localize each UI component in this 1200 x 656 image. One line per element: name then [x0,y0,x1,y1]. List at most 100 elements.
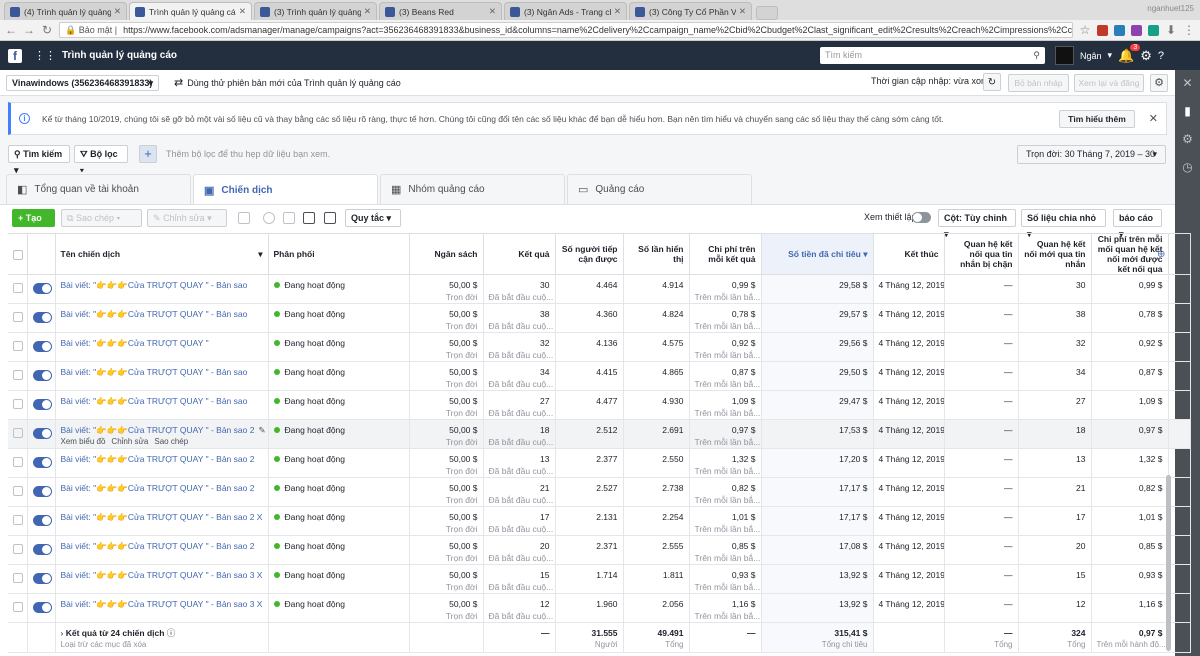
toggle-icon[interactable] [263,212,275,224]
notifications-icon[interactable]: 🔔 3 [1118,43,1141,64]
close-icon[interactable]: ✕ [364,6,371,17]
table-row[interactable]: Bài viết: "👉👉👉Cửa TRƯỢT QUAY " - Bản sao… [8,593,1191,623]
back-icon[interactable]: ← [5,23,17,37]
col-results[interactable]: Kết quả [483,233,556,275]
trash-icon[interactable] [283,212,295,224]
campaign-name-link[interactable]: Bài viết: "👉👉👉Cửa TRƯỢT QUAY " - Bản sao [61,309,248,319]
new-tab-button[interactable] [756,6,778,20]
help-icon[interactable]: ? [1158,50,1164,62]
extension-icon[interactable] [1131,24,1142,36]
learn-more-button[interactable]: Tìm hiểu thêm [1059,109,1135,128]
search-input[interactable]: Tìm kiếm ⚲ [820,47,1045,64]
row-checkbox[interactable] [13,515,23,525]
table-row[interactable]: Bài viết: "👉👉👉Cửa TRƯỢT QUAY " - Bản sao… [8,506,1191,536]
sidebar-close-icon[interactable]: ✕ [1182,76,1192,90]
campaign-toggle[interactable] [32,341,52,352]
col-blocked-conversations[interactable]: Quan hệ kết nối qua tin nhắn bị chặn [944,233,1019,275]
columns-button[interactable]: Cột: Tùy chỉnh ▾ [938,209,1016,239]
tag-icon[interactable] [324,212,336,224]
forward-icon[interactable]: → [23,23,35,37]
col-reach[interactable]: Số người tiếp cận được [555,233,624,275]
refresh-button[interactable]: ↻ [983,73,1001,91]
browser-tab-4[interactable]: (3) Beans Red ✕ [379,2,502,20]
col-budget[interactable]: Ngân sách [409,233,484,275]
ab-test-icon[interactable] [238,212,250,224]
table-row[interactable]: Bài viết: "👉👉👉Cửa TRƯỢT QUAY " - Bản sao… [8,477,1191,507]
review-publish-button[interactable]: Xem lại và đăng [1074,74,1144,92]
create-button[interactable]: + Tạo [12,209,55,227]
table-row[interactable]: Bài viết: "👉👉👉Cửa TRƯỢT QUAY " - Bản sao… [8,535,1191,565]
table-row[interactable]: Bài viết: "👉👉👉Cửa TRƯỢT QUAY " - Bản sao… [8,361,1191,391]
table-row[interactable]: Bài viết: "👉👉👉Cửa TRƯỢT QUAY " - Bản sao… [8,274,1191,304]
campaign-name-link[interactable]: Bài viết: "👉👉👉Cửa TRƯỢT QUAY " - Bản sao… [61,570,263,580]
table-row[interactable]: Bài viết: "👉👉👉Cửa TRƯỢT QUAY " - Bản sao… [8,303,1191,333]
view-chart-link[interactable]: Xem biểu đồ [61,437,106,446]
col-delivery[interactable]: Phân phối [268,233,410,275]
reload-icon[interactable]: ↻ [41,23,53,37]
campaign-toggle[interactable] [32,486,52,497]
col-ends[interactable]: Kết thúc [873,233,945,275]
close-icon[interactable]: ✕ [114,6,121,17]
table-row[interactable]: Bài viết: "👉👉👉Cửa TRƯỢT QUAY " Đang hoạt … [8,332,1191,362]
campaign-toggle[interactable] [32,544,52,555]
close-icon[interactable]: ✕ [489,6,496,17]
campaign-name-link[interactable]: Bài viết: "👉👉👉Cửa TRƯỢT QUAY " - Bản sao… [61,483,255,493]
campaign-toggle[interactable] [32,428,52,439]
copy-button[interactable]: ⧉ Sao chép ▾ [61,209,142,227]
tab-campaigns[interactable]: ▣ Chiến dịch [193,174,378,205]
row-checkbox[interactable] [13,370,23,380]
chevron-down-icon[interactable]: ▾ [1108,50,1113,61]
chart-icon[interactable] [303,212,315,224]
try-new-version-link[interactable]: ⇄ Dùng thử phiên bản mới của Trình quản l… [174,76,401,89]
row-checkbox[interactable] [13,457,23,467]
campaign-name-link[interactable]: Bài viết: "👉👉👉Cửa TRƯỢT QUAY " - Bản sao… [61,425,255,435]
tab-ads[interactable]: ▭ Quảng cáo [567,174,752,204]
row-checkbox[interactable] [13,573,23,583]
campaign-toggle[interactable] [32,573,52,584]
close-icon[interactable]: ✕ [239,6,246,17]
campaign-toggle[interactable] [32,602,52,613]
campaign-toggle[interactable] [32,312,52,323]
duplicate-link[interactable]: Sao chép [154,437,188,446]
menu-icon[interactable]: ⋮ [1183,23,1195,37]
row-checkbox[interactable] [13,428,23,438]
campaign-toggle[interactable] [32,283,52,294]
extension-icon[interactable] [1114,24,1125,36]
date-range-picker[interactable]: Trọn đời: 30 Tháng 7, 2019 – 30 ▾ [1017,145,1166,164]
campaign-toggle[interactable] [32,457,52,468]
tab-ad-sets[interactable]: ▦ Nhóm quảng cáo [380,174,565,204]
row-checkbox[interactable] [13,544,23,554]
edit-link[interactable]: Chỉnh sửa [111,437,148,446]
view-setup-toggle[interactable] [912,212,931,223]
campaign-toggle[interactable] [32,399,52,410]
campaign-name-link[interactable]: Bài viết: "👉👉👉Cửa TRƯỢT QUAY " - Bản sao… [61,512,263,522]
campaign-name-link[interactable]: Bài viết: "👉👉👉Cửa TRƯỢT QUAY " - Bản sao [61,280,248,290]
app-title[interactable]: Trình quản lý quảng cáo [62,50,177,61]
url-field[interactable]: 🔒 Bảo mật | https://www.facebook.com/ads… [59,22,1073,38]
row-checkbox[interactable] [13,399,23,409]
table-row[interactable]: Bài viết: "👉👉👉Cửa TRƯỢT QUAY " - Bản sao… [8,419,1191,449]
facebook-logo-icon[interactable]: f [8,48,22,63]
campaign-name-link[interactable]: Bài viết: "👉👉👉Cửa TRƯỢT QUAY " - Bản sao… [61,541,255,551]
download-icon[interactable]: ⬇ [1165,23,1177,37]
avatar[interactable] [1055,46,1074,65]
app-grid-icon[interactable]: ⋮⋮ [34,49,56,62]
security-label[interactable]: 🔒 Bảo mật | [65,25,117,36]
rules-button[interactable]: Quy tắc ▾ [345,209,401,227]
campaign-name-link[interactable]: Bài viết: "👉👉👉Cửa TRƯỢT QUAY " - Bản sao [61,367,248,377]
search-filter-button[interactable]: ⚲ Tìm kiếm ▾ [8,145,70,175]
bar-chart-icon[interactable]: ▮ [1184,104,1191,118]
campaign-name-link[interactable]: Bài viết: "👉👉👉Cửa TRƯỢT QUAY " - Bản sao [61,396,248,406]
row-checkbox[interactable] [13,341,23,351]
browser-tab-2[interactable]: Trình quản lý quảng cáo ✕ [129,2,252,20]
pencil-icon[interactable]: ✎ [258,425,265,435]
table-row[interactable]: Bài viết: "👉👉👉Cửa TRƯỢT QUAY " - Bản sao… [8,390,1191,420]
col-cost-per-result[interactable]: Chi phí trên mỗi kết quả [689,233,762,275]
account-selector[interactable]: Vinawindows (356236468391833) ▾ [6,75,159,91]
select-all-checkbox[interactable] [13,250,23,260]
add-column-icon[interactable]: ⊕ [1157,249,1165,260]
extension-icon[interactable] [1097,24,1108,36]
row-checkbox[interactable] [13,602,23,612]
col-new-conversations[interactable]: Quan hệ kết nối mới qua tin nhắn [1018,233,1092,275]
row-checkbox[interactable] [13,312,23,322]
